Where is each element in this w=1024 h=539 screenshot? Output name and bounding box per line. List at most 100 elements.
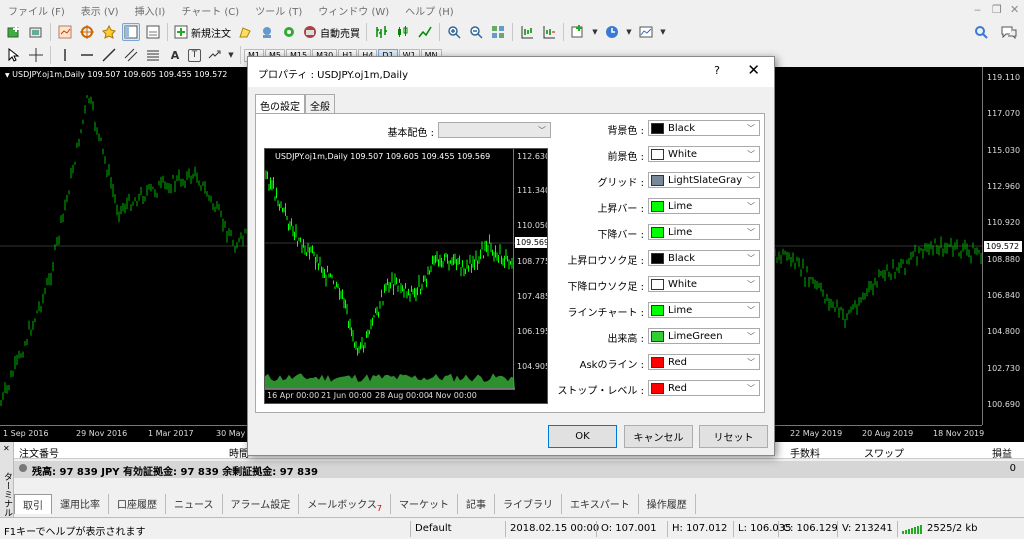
dialog-title: プロパティ : USDJPY.oj1m,Daily — [258, 70, 408, 81]
status-divider — [596, 521, 597, 537]
dropdown-arrow-icon[interactable]: ▼ — [591, 23, 599, 41]
new-chart-icon[interactable] — [5, 23, 23, 41]
menu-tools[interactable]: ツール (T) — [247, 3, 310, 18]
auto-scroll-icon[interactable] — [540, 23, 558, 41]
tab-market[interactable]: マーケット — [391, 494, 458, 514]
search-icon[interactable] — [972, 23, 990, 41]
column-time[interactable]: 時間 — [229, 445, 249, 460]
color-name: White — [668, 278, 698, 290]
color-dropdown[interactable]: White ﹀ — [648, 276, 760, 292]
tab-trade[interactable]: 取引 — [14, 494, 52, 514]
tab-articles[interactable]: 記事 — [458, 494, 495, 514]
menu-help[interactable]: ヘルプ (H) — [397, 3, 462, 18]
toolbar-separator — [563, 23, 564, 41]
color-dropdown[interactable]: White ﹀ — [648, 146, 760, 162]
arrows-icon[interactable] — [205, 46, 223, 64]
chat-icon[interactable] — [1000, 23, 1018, 41]
channel-icon[interactable] — [122, 46, 140, 64]
periods-icon[interactable] — [603, 23, 621, 41]
tab-mailbox[interactable]: メールボックス7 — [299, 494, 391, 514]
close-icon[interactable]: ✕ — [747, 61, 760, 79]
close-window-icon[interactable]: ✕ — [1010, 3, 1019, 16]
cancel-button[interactable]: キャンセル — [624, 425, 693, 448]
market-watch-icon[interactable] — [56, 23, 74, 41]
auto-trading-button[interactable]: 自動売買 — [300, 25, 363, 40]
reset-button[interactable]: リセット — [699, 425, 768, 448]
column-commission[interactable]: 手数料 — [790, 445, 820, 460]
color-dropdown[interactable]: LimeGreen ﹀ — [648, 328, 760, 344]
tab-experts[interactable]: エキスパート — [562, 494, 639, 514]
tab-alerts[interactable]: アラーム設定 — [223, 494, 300, 514]
balance-row[interactable]: 残高: 97 839 JPY 有効証拠金: 97 839 余剰証拠金: 97 8… — [14, 461, 1024, 478]
menu-view[interactable]: 表示 (V) — [73, 3, 127, 18]
signals-icon[interactable] — [258, 23, 276, 41]
chart-shift-icon[interactable] — [518, 23, 536, 41]
dropdown-arrow-icon[interactable]: ▼ — [625, 23, 633, 41]
terminal-icon[interactable] — [122, 23, 140, 41]
color-label: グリッド : — [597, 178, 644, 189]
color-dropdown[interactable]: Lime ﹀ — [648, 302, 760, 318]
restore-icon[interactable]: ❐ — [992, 3, 1002, 16]
colors-panel: 基本配色 : ﹀ USDJPY.oj1m,Daily 109.507 109.6… — [255, 113, 765, 413]
crosshair-icon[interactable] — [27, 46, 45, 64]
color-dropdown[interactable]: Lime ﹀ — [648, 224, 760, 240]
market-icon[interactable] — [280, 23, 298, 41]
line-chart-icon[interactable] — [416, 23, 434, 41]
menu-charts[interactable]: チャート (C) — [173, 3, 247, 18]
zoom-in-icon[interactable] — [445, 23, 463, 41]
help-icon[interactable]: ? — [714, 64, 720, 77]
color-label: Askのライン : — [579, 360, 644, 371]
navigator-icon[interactable] — [100, 23, 118, 41]
data-window-icon[interactable] — [78, 23, 96, 41]
color-scheme-dropdown[interactable]: ﹀ — [438, 122, 551, 138]
color-dropdown[interactable]: Red ﹀ — [648, 380, 760, 396]
tab-common[interactable]: 全般 — [305, 94, 335, 114]
profiles-icon[interactable] — [27, 23, 45, 41]
column-swap[interactable]: スワップ — [864, 445, 904, 460]
tab-account-history[interactable]: 口座履歴 — [109, 494, 166, 514]
time-tick: 20 Aug 2019 — [862, 429, 914, 438]
color-dropdown[interactable]: Lime ﹀ — [648, 198, 760, 214]
zoom-out-icon[interactable] — [467, 23, 485, 41]
metaeditor-icon[interactable] — [236, 23, 254, 41]
chart-header: ▼ USDJPY.oj1m,Daily 109.507 109.605 109.… — [5, 70, 227, 79]
tab-library[interactable]: ライブラリ — [495, 494, 562, 514]
status-open: O: 107.001 — [601, 523, 657, 534]
minimize-icon[interactable]: ‒ — [974, 3, 981, 16]
tester-icon[interactable] — [144, 23, 162, 41]
horizontal-line-icon[interactable] — [78, 46, 96, 64]
terminal-vertical-title[interactable]: ✕ ターミナル — [0, 442, 14, 517]
templates-icon[interactable] — [637, 23, 655, 41]
color-label: 下降バー : — [597, 230, 644, 241]
dropdown-arrow-icon[interactable]: ▼ — [659, 23, 667, 41]
color-swatch — [651, 200, 664, 212]
text-tool-icon[interactable]: A — [166, 46, 184, 64]
column-profit[interactable]: 損益 — [992, 445, 1012, 460]
color-dropdown[interactable]: Black ﹀ — [648, 250, 760, 266]
menu-window[interactable]: ウィンドウ (W) — [310, 3, 397, 18]
tab-news[interactable]: ニュース — [166, 494, 223, 514]
balance-text: 残高: 97 839 JPY 有効証拠金: 97 839 余剰証拠金: 97 8… — [32, 467, 318, 478]
tab-colors[interactable]: 色の設定 — [255, 94, 305, 114]
tile-windows-icon[interactable] — [489, 23, 507, 41]
menu-file[interactable]: ファイル (F) — [0, 3, 73, 18]
tab-journal[interactable]: 操作履歴 — [639, 494, 696, 514]
indicators-icon[interactable] — [569, 23, 587, 41]
color-dropdown[interactable]: Black ﹀ — [648, 120, 760, 136]
terminal-close-icon[interactable]: ✕ — [3, 444, 10, 453]
vertical-line-icon[interactable] — [56, 46, 74, 64]
fibonacci-icon[interactable] — [144, 46, 162, 64]
tab-exposure[interactable]: 運用比率 — [52, 494, 109, 514]
column-order-number[interactable]: 注文番号 — [19, 445, 59, 460]
cursor-icon[interactable] — [5, 46, 23, 64]
bar-chart-icon[interactable] — [372, 23, 390, 41]
color-dropdown[interactable]: LightSlateGray ﹀ — [648, 172, 760, 188]
candlestick-icon[interactable] — [394, 23, 412, 41]
dropdown-arrow-icon[interactable]: ▼ — [227, 46, 235, 64]
menu-insert[interactable]: 挿入(I) — [127, 3, 174, 18]
new-order-button[interactable]: 新規注文 — [171, 25, 234, 40]
trendline-icon[interactable] — [100, 46, 118, 64]
color-dropdown[interactable]: Red ﹀ — [648, 354, 760, 370]
ok-button[interactable]: OK — [548, 425, 617, 448]
text-label-icon[interactable]: T — [188, 48, 201, 62]
